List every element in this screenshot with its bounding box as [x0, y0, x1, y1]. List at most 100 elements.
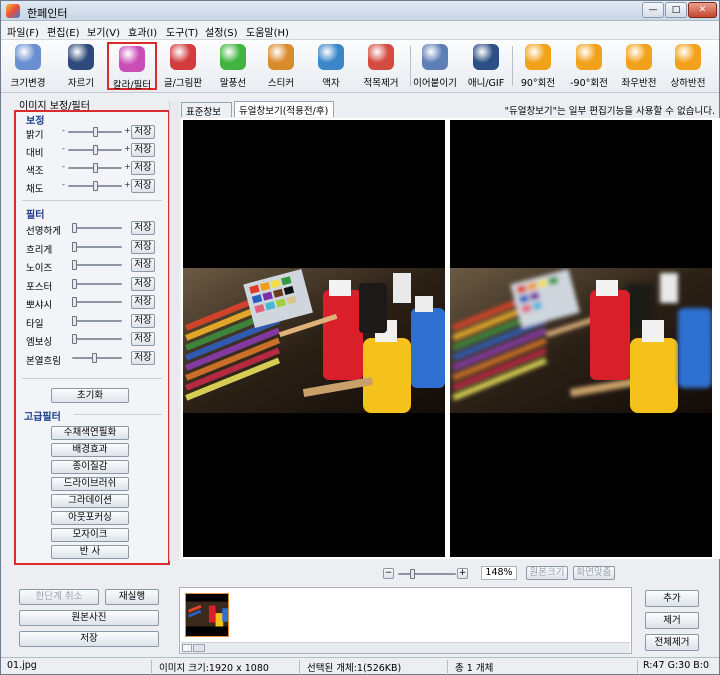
- adjust-filter-panel: 이미지 보정/필터 보정 밝기 - + 저장 대비 - + 저장 색조 - + 저장…: [9, 96, 171, 566]
- filter-label: 포스터: [26, 281, 53, 293]
- filter-slider[interactable]: [72, 260, 122, 270]
- scroll-left-arrow[interactable]: [182, 644, 192, 652]
- scroll-thumb[interactable]: [193, 644, 205, 652]
- filter-save-button[interactable]: 저장: [131, 239, 155, 254]
- slider-thumb[interactable]: [93, 127, 98, 137]
- toolbar-gif[interactable]: 애니/GIF: [463, 42, 509, 90]
- remove-button[interactable]: 제거: [645, 612, 699, 629]
- tab-dual-view[interactable]: 듀얼창보기(적용전/후): [234, 101, 334, 117]
- correction-save-button[interactable]: 저장: [131, 125, 155, 139]
- add-button[interactable]: 추가: [645, 590, 699, 607]
- advanced-filter-button[interactable]: 반 사: [51, 545, 129, 559]
- zoom-slider[interactable]: [398, 569, 456, 579]
- thumbnail-scrollbar[interactable]: [181, 642, 630, 653]
- menu-file[interactable]: 파일(F): [7, 24, 39, 39]
- toolbar-color-filter[interactable]: 칼라/필터: [107, 42, 157, 91]
- slider-thumb[interactable]: [72, 223, 77, 233]
- correction-slider[interactable]: [68, 127, 122, 137]
- toolbar-speech-bubble[interactable]: 말풍선: [211, 42, 255, 90]
- slider-thumb[interactable]: [72, 278, 77, 289]
- slider-thumb[interactable]: [72, 241, 77, 252]
- original-size-button[interactable]: 원본크기: [526, 566, 568, 580]
- slider-thumb[interactable]: [93, 181, 98, 191]
- toolbar-frame[interactable]: 액자: [309, 42, 353, 90]
- slider-thumb[interactable]: [72, 334, 77, 344]
- save-image-button[interactable]: 저장: [19, 631, 159, 647]
- toolbar-red-eye[interactable]: 적목제거: [356, 42, 406, 90]
- slider-thumb[interactable]: [93, 145, 98, 155]
- slider-thumb[interactable]: [93, 163, 98, 173]
- toolbar-rotate-ccw[interactable]: -90°회전: [565, 42, 613, 90]
- correction-save-button[interactable]: 저장: [131, 143, 155, 157]
- menu-tools[interactable]: 도구(T): [166, 24, 198, 39]
- menu-help[interactable]: 도움말(H): [246, 24, 289, 39]
- toolbar-sticker[interactable]: 스티커: [259, 42, 303, 90]
- slider-thumb[interactable]: [92, 352, 97, 363]
- filter-slider[interactable]: [72, 315, 122, 326]
- after-pane[interactable]: [450, 120, 712, 557]
- filter-slider[interactable]: [72, 352, 122, 363]
- menu-effects[interactable]: 효과(I): [128, 24, 157, 39]
- filter-save-button[interactable]: 저장: [131, 350, 155, 365]
- filter-slider[interactable]: [72, 278, 122, 289]
- toolbar-resize[interactable]: 크기변경: [7, 42, 49, 90]
- toolbar-text-draw[interactable]: 글/그림판: [161, 42, 205, 90]
- filter-save-button[interactable]: 저장: [131, 221, 155, 235]
- filter-save-button[interactable]: 저장: [131, 313, 155, 328]
- redo-button[interactable]: 재실행: [105, 589, 159, 605]
- dual-view-notice: "듀얼창보기"는 일부 편집기능을 사용할 수 없습니다.: [504, 106, 715, 117]
- advanced-filter-button[interactable]: 아웃포커싱: [51, 511, 129, 525]
- toolbar-rotate-cw[interactable]: 90°회전: [516, 42, 560, 90]
- toolbar-flip-vertical[interactable]: 상하반전: [665, 42, 711, 90]
- reset-button[interactable]: 초기화: [51, 388, 129, 403]
- plus-sign: +: [124, 162, 131, 171]
- toolbar-label: 좌우반전: [621, 78, 657, 89]
- slider-thumb[interactable]: [72, 297, 77, 307]
- gif-icon: [473, 44, 499, 70]
- thumbnail-item[interactable]: [185, 593, 229, 637]
- correction-save-button[interactable]: 저장: [131, 179, 155, 193]
- maximize-button[interactable]: □: [665, 2, 687, 18]
- menu-edit[interactable]: 편집(E): [47, 24, 80, 39]
- tab-standard-view[interactable]: 표준창보기: [181, 102, 232, 132]
- advanced-filter-button[interactable]: 그라데이션: [51, 494, 129, 508]
- fit-screen-button[interactable]: 화면맞춤: [573, 566, 615, 580]
- zoom-in-button[interactable]: +: [457, 568, 468, 579]
- correction-slider[interactable]: [68, 163, 122, 173]
- minimize-button[interactable]: —: [642, 2, 664, 18]
- remove-all-button[interactable]: 전체제거: [645, 634, 699, 651]
- advanced-filter-button[interactable]: 모자이크: [51, 528, 129, 542]
- undo-button[interactable]: 한단계 취소: [19, 589, 99, 605]
- advanced-filter-button[interactable]: 수채색연필화: [51, 426, 129, 440]
- red-eye-icon: [368, 44, 394, 70]
- filter-slider[interactable]: [72, 334, 122, 344]
- filter-slider[interactable]: [72, 297, 122, 307]
- filter-save-button[interactable]: 저장: [131, 276, 155, 291]
- filter-save-button[interactable]: 저장: [131, 258, 155, 272]
- correction-slider[interactable]: [68, 181, 122, 191]
- status-bar: 01.jpg 이미지 크기:1920 x 1080 선택된 개체:1(526KB…: [1, 657, 719, 674]
- toolbar-merge[interactable]: 이어붙이기: [411, 42, 459, 90]
- advanced-filter-button[interactable]: 배경효과: [51, 443, 129, 457]
- toolbar-crop[interactable]: 자르기: [59, 42, 103, 90]
- menu-view[interactable]: 보기(V): [87, 24, 120, 39]
- zoom-slider-thumb[interactable]: [410, 569, 415, 579]
- toolbar-flip-horizontal[interactable]: 좌우반전: [616, 42, 662, 90]
- original-photo-button[interactable]: 원본사진: [19, 610, 159, 626]
- advanced-filter-button[interactable]: 드라이브러쉬: [51, 477, 129, 491]
- slider-thumb[interactable]: [72, 260, 77, 270]
- panel-scrollbar[interactable]: [169, 101, 179, 561]
- filter-slider[interactable]: [72, 241, 122, 252]
- menu-settings[interactable]: 설정(S): [205, 24, 238, 39]
- slider-thumb[interactable]: [72, 315, 77, 326]
- filter-save-button[interactable]: 저장: [131, 332, 155, 346]
- filter-slider[interactable]: [72, 223, 122, 233]
- correction-save-button[interactable]: 저장: [131, 161, 155, 175]
- filter-save-button[interactable]: 저장: [131, 295, 155, 309]
- advanced-filter-button[interactable]: 종이질감: [51, 460, 129, 474]
- correction-slider[interactable]: [68, 145, 122, 155]
- zoom-out-button[interactable]: −: [383, 568, 394, 579]
- rotate-cw-icon: [525, 44, 551, 70]
- close-button[interactable]: ✕: [688, 2, 717, 18]
- before-pane[interactable]: [183, 120, 445, 557]
